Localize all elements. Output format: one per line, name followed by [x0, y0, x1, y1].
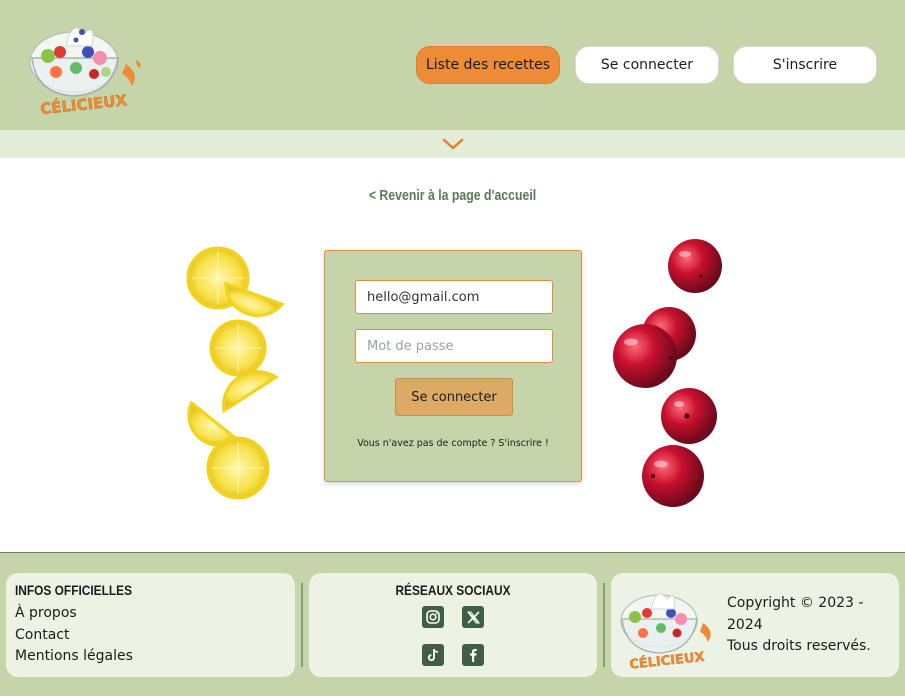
login-button[interactable]: Se connecter — [575, 46, 719, 84]
facebook-icon[interactable] — [462, 644, 484, 666]
footer-link-contact[interactable]: Contact — [15, 625, 133, 647]
footer-info-title: INFOS OFFICIELLES — [15, 582, 133, 598]
tiktok-icon[interactable] — [422, 644, 444, 666]
footer-divider — [301, 583, 303, 667]
celicieux-logo-small[interactable]: CÉLICIEUX — [617, 581, 721, 669]
x-icon[interactable] — [462, 606, 484, 628]
footer-social-title: RÉSEAUX SOCIAUX — [395, 582, 511, 598]
footer-link-about[interactable]: À propos — [15, 603, 133, 625]
footer-divider — [603, 583, 605, 667]
site-header: CÉLICIEUX Liste des recettes Se connecte… — [0, 0, 905, 130]
password-input[interactable] — [355, 329, 553, 363]
signup-button[interactable]: S'inscrire — [733, 46, 877, 84]
recipes-list-button[interactable]: Liste des recettes — [416, 46, 560, 84]
chevron-down-icon[interactable] — [441, 136, 465, 152]
lemons-image — [186, 246, 285, 500]
cranberries-image — [613, 239, 722, 507]
back-to-home-link[interactable]: < Revenir à la page d'accueil — [81, 187, 823, 204]
celicieux-logo[interactable]: CÉLICIEUX — [26, 12, 146, 116]
login-form: Se connecter Vous n'avez pas de compte ?… — [324, 250, 582, 482]
rights-line: Tous droits reservés. — [727, 638, 871, 654]
no-account-text: Vous n'avez pas de compte ? — [357, 438, 496, 449]
footer-copyright-card: CÉLICIEUX Copyright © 2023 - 2024 Tous d… — [611, 573, 899, 677]
email-input[interactable] — [355, 280, 553, 314]
footer-link-legal[interactable]: Mentions légales — [15, 646, 133, 668]
footer-social-card: RÉSEAUX SOCIAUX — [309, 573, 597, 677]
signup-prompt: Vous n'avez pas de compte ? S'inscrire ! — [325, 438, 581, 449]
footer-info-card: INFOS OFFICIELLES À propos Contact Menti… — [6, 573, 295, 677]
submit-login-button[interactable]: Se connecter — [395, 378, 513, 416]
copyright-line: Copyright © 2023 - 2024 — [727, 595, 864, 633]
instagram-icon[interactable] — [422, 606, 444, 628]
site-footer: INFOS OFFICIELLES À propos Contact Menti… — [0, 552, 905, 696]
copyright-text: Copyright © 2023 - 2024 Tous droits rese… — [727, 593, 892, 658]
signup-link[interactable]: S'inscrire ! — [498, 438, 548, 449]
